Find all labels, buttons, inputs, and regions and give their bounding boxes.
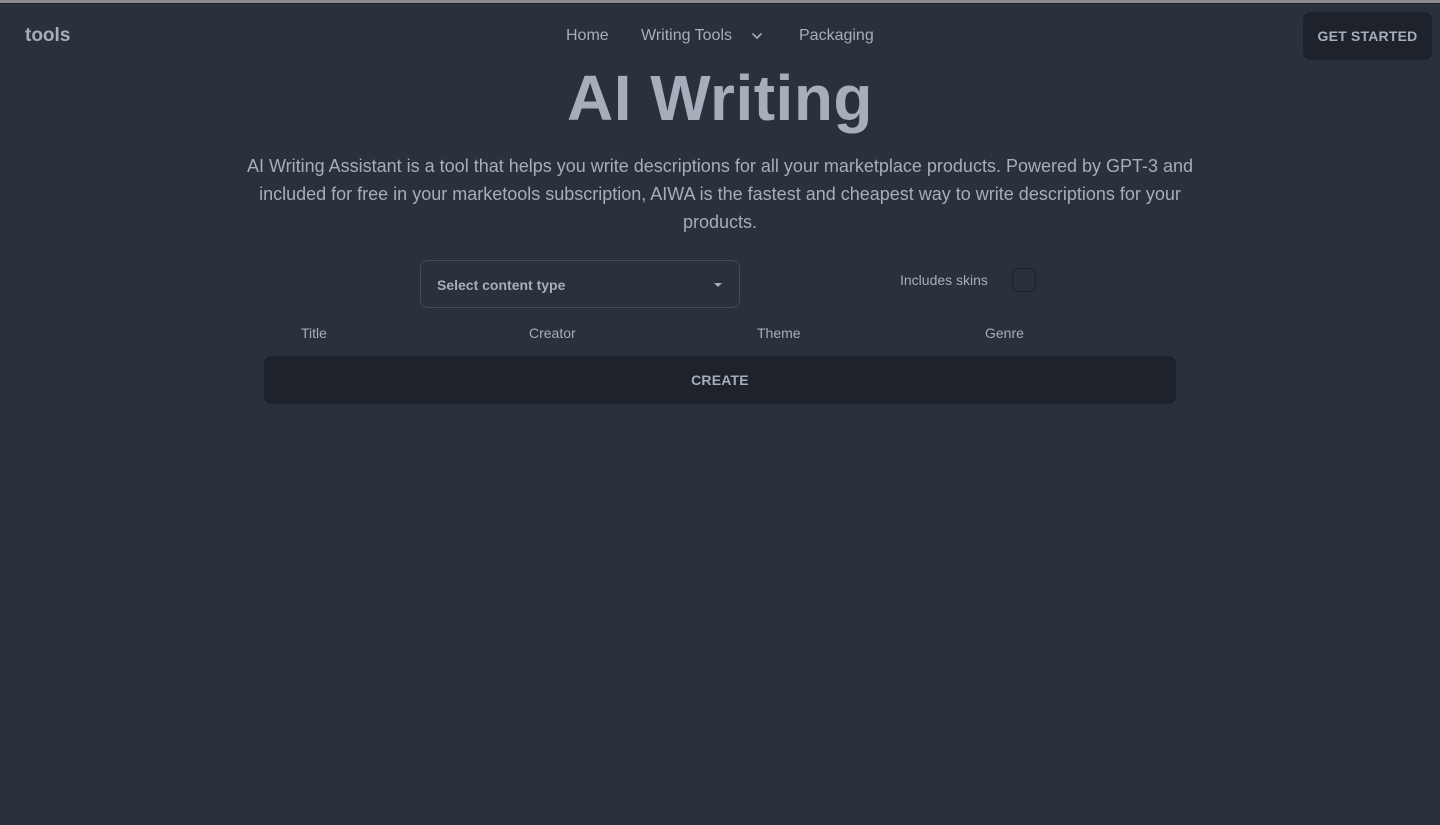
title-field-label: Title — [301, 325, 327, 341]
page-description: AI Writing Assistant is a tool that help… — [246, 156, 1194, 232]
chevron-down-icon[interactable] — [751, 30, 763, 42]
content-type-select-label: Select content type — [437, 277, 566, 293]
theme-field-label: Theme — [757, 325, 801, 341]
nav-home-link[interactable]: Home — [566, 24, 609, 48]
caret-down-icon — [714, 283, 722, 287]
includes-skins-label: Includes skins — [900, 272, 988, 288]
create-button[interactable]: CREATE — [264, 356, 1176, 404]
nav-packaging-link[interactable]: Packaging — [799, 24, 874, 48]
page-title: AI Writing — [567, 62, 873, 134]
window-top-border-shadow — [0, 3, 1440, 4]
main-nav: Home Writing Tools Packaging — [0, 24, 1440, 48]
get-started-button[interactable]: GET STARTED — [1303, 12, 1432, 60]
includes-skins-checkbox[interactable] — [1012, 268, 1036, 292]
genre-field-label: Genre — [985, 325, 1024, 341]
content-type-select[interactable]: Select content type — [420, 260, 740, 308]
creator-field-label: Creator — [529, 325, 576, 341]
nav-writing-tools-link[interactable]: Writing Tools — [641, 24, 732, 48]
